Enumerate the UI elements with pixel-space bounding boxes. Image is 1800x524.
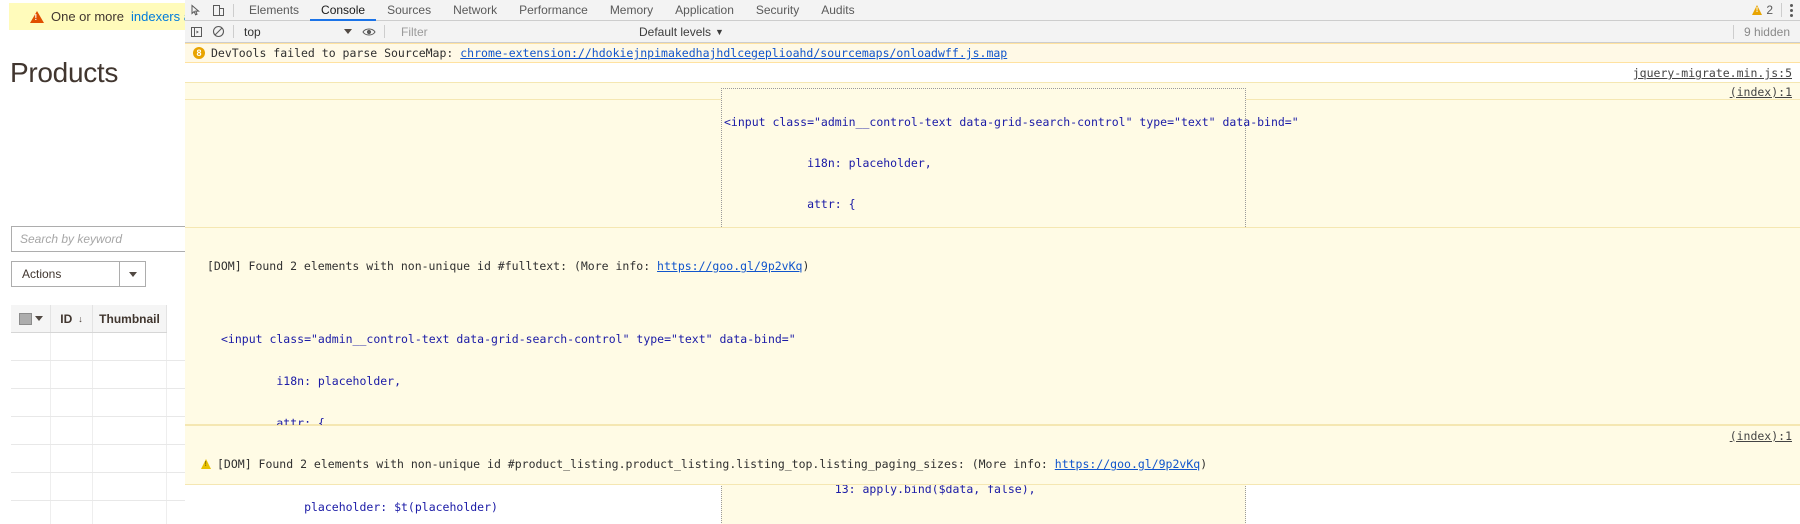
console-message-error[interactable]: 8 DevTools failed to parse SourceMap: chr… — [185, 43, 1800, 63]
log-levels-select[interactable]: Default levels ▼ — [639, 25, 724, 39]
execution-context-value: top — [244, 24, 261, 39]
table-row[interactable] — [11, 445, 185, 473]
element-source-code-2[interactable]: <input type="text" data-bind="attr: {id:… — [193, 499, 1800, 524]
console-message-list[interactable]: 8 DevTools failed to parse SourceMap: chr… — [185, 43, 1800, 524]
column-header-thumbnail-label: Thumbnail — [99, 311, 160, 326]
filterbar-divider — [233, 25, 234, 38]
inspect-element-icon[interactable] — [185, 0, 207, 20]
column-header-id[interactable]: ID ↓ — [51, 305, 93, 332]
search-input[interactable]: Search by keyword — [11, 226, 185, 252]
filter-input-placeholder: Filter — [401, 24, 428, 39]
toggle-device-toolbar-icon[interactable] — [207, 0, 229, 20]
warning-triangle-icon — [201, 459, 211, 469]
products-table-header: ID ↓ Thumbnail — [11, 305, 167, 333]
warning-triangle-icon — [30, 10, 44, 23]
checkbox-icon[interactable] — [18, 312, 32, 325]
more-info-link[interactable]: https://goo.gl/9p2vKq — [657, 259, 802, 273]
tab-security[interactable]: Security — [745, 0, 810, 21]
banner-text: One or more — [51, 9, 124, 24]
source-link[interactable]: (index):1 — [1730, 85, 1792, 99]
dom-warning-text-c: ) — [802, 259, 810, 273]
source-link[interactable]: (index):1 — [1730, 429, 1792, 443]
sort-desc-icon: ↓ — [78, 313, 83, 324]
warning-triangle-icon — [1752, 5, 1763, 15]
indexer-warning-banner: One or more indexers are i — [9, 3, 185, 30]
toolbar-right-group: 2 — [1752, 3, 1800, 17]
error-message-text: DevTools failed to parse SourceMap: — [211, 46, 461, 60]
dom-warning-line-2: [DOM] Found 2 elements with non-unique i… — [193, 457, 1800, 471]
warning-count-value: 2 — [1766, 3, 1773, 17]
select-all-header[interactable] — [11, 305, 51, 332]
screen: One or more indexers are i Products Sear… — [0, 0, 1800, 524]
kebab-menu-icon[interactable] — [1781, 3, 1793, 17]
tab-network[interactable]: Network — [442, 0, 508, 21]
indexers-link[interactable]: indexers are i — [131, 9, 185, 24]
column-header-thumbnail[interactable]: Thumbnail — [93, 305, 167, 332]
dom-warning-text-a: [DOM] Found 2 elements with non-unique i… — [217, 457, 508, 471]
tab-audits[interactable]: Audits — [810, 0, 865, 21]
code-line: <input class="admin__control-text data-g… — [221, 332, 796, 346]
popup-line: i18n: placeholder, — [724, 155, 932, 170]
popup-line: <input class="admin__control-text data-g… — [724, 115, 1299, 130]
execution-context-select[interactable]: top — [238, 22, 358, 41]
tab-console[interactable]: Console — [310, 0, 376, 21]
more-info-link[interactable]: https://goo.gl/9p2vKq — [1055, 457, 1200, 471]
tab-elements[interactable]: Elements — [238, 0, 310, 21]
table-row[interactable] — [11, 361, 185, 389]
warning-count-badge[interactable]: 2 — [1752, 3, 1781, 17]
tab-memory[interactable]: Memory — [599, 0, 664, 21]
dom-warning-id: #fulltext — [497, 259, 561, 273]
search-input-placeholder: Search by keyword — [20, 232, 123, 246]
toolbar-divider — [233, 3, 234, 17]
dom-warning-text-a: [DOM] Found 2 elements with non-unique i… — [207, 259, 498, 273]
products-table-body — [11, 333, 185, 524]
chevron-down-icon: ▼ — [715, 26, 724, 37]
console-message-warning-dom-2[interactable]: [DOM] Found 2 elements with non-unique i… — [185, 425, 1800, 485]
column-header-id-label: ID — [60, 311, 73, 326]
tab-sources[interactable]: Sources — [376, 0, 442, 21]
filterbar-divider-2 — [384, 25, 385, 38]
actions-dropdown[interactable]: Actions — [11, 261, 146, 287]
popup-line: attr: { — [724, 196, 856, 211]
table-row[interactable] — [11, 473, 185, 501]
table-row[interactable] — [11, 417, 185, 445]
hidden-messages-count: 9 hidden — [1732, 24, 1800, 39]
chevron-down-icon[interactable] — [344, 29, 352, 34]
chevron-down-icon[interactable] — [119, 262, 145, 286]
error-count-badge: 8 — [193, 47, 205, 59]
dom-warning-text-b: : (More info: — [957, 457, 1055, 471]
clear-console-icon[interactable] — [207, 22, 229, 42]
dom-warning-text-b: : (More info: — [560, 259, 658, 273]
tab-performance[interactable]: Performance — [508, 0, 599, 21]
devtools-panel: Elements Console Sources Network Perform… — [185, 0, 1800, 524]
chevron-down-icon — [34, 316, 43, 321]
dom-warning-line: [DOM] Found 2 elements with non-unique i… — [193, 259, 1800, 273]
table-row[interactable] — [11, 333, 185, 361]
dom-warning-text-c: ) — [1200, 457, 1208, 471]
code-line: i18n: placeholder, — [221, 374, 402, 388]
tab-application[interactable]: Application — [664, 0, 745, 21]
table-row[interactable] — [11, 501, 185, 524]
console-message-warning-dom[interactable]: [DOM] Found 2 elements with non-unique i… — [185, 227, 1800, 514]
sourcemap-link[interactable]: chrome-extension://hdokiejnpimakedhajhdl… — [460, 46, 1007, 60]
devtools-tabbar: Elements Console Sources Network Perform… — [185, 0, 1800, 21]
page-title: Products — [10, 57, 119, 88]
console-sidebar-icon[interactable] — [185, 22, 207, 42]
dom-warning-id: #product_listing.product_listing.listing… — [507, 457, 958, 471]
magento-admin-panel: One or more indexers are i Products Sear… — [0, 0, 185, 524]
actions-label: Actions — [22, 267, 62, 281]
log-levels-value: Default levels — [639, 24, 712, 39]
table-row[interactable] — [11, 389, 185, 417]
filter-input[interactable]: Filter — [389, 25, 639, 39]
console-filter-bar: top Filter Default levels ▼ 9 hidden — [185, 21, 1800, 43]
live-expression-icon[interactable] — [358, 26, 380, 38]
source-link[interactable]: jquery-migrate.min.js:5 — [1633, 66, 1792, 80]
